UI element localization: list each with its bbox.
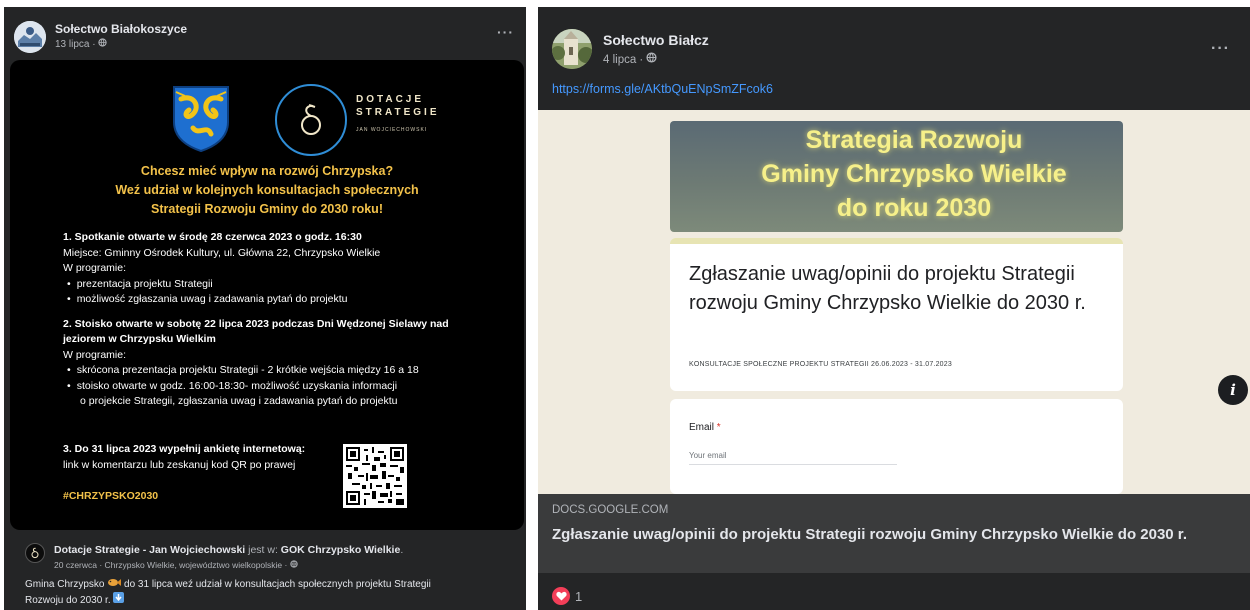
headline-line: Strategii Rozwoju Gminy do 2030 roku! xyxy=(151,202,383,216)
headline-line: Chcesz mieć wpływ na rozwój Chrzypska? xyxy=(140,164,394,178)
link-domain: DOCS.GOOGLE.COM xyxy=(552,504,669,516)
form-title: Zgłaszanie uwag/opinii do projektu Strat… xyxy=(689,263,1086,314)
church-photo-icon xyxy=(552,29,592,69)
point3: 3. Do 31 lipca 2023 wypełnij ankietę int… xyxy=(63,442,305,473)
love-reaction-icon xyxy=(552,587,570,605)
banner-line: do roku 2030 xyxy=(836,194,992,222)
post-text-part: Gmina Chrzypsko xyxy=(25,579,108,590)
dotacje-avatar-icon[interactable] xyxy=(25,543,45,563)
post-right: Sołectwo Białcz 4 lipca · ··· https://fo… xyxy=(538,7,1250,610)
email-label: Email * xyxy=(689,422,721,433)
shared-date-location[interactable]: 20 czerwca · Chrzypsko Wielkie, wojewódz… xyxy=(54,560,290,570)
point3-title: 3. Do 31 lipca 2023 wypełnij ankietę int… xyxy=(63,443,306,455)
shared-post-footer: Dotacje Strategie - Jan Wojciechowski je… xyxy=(4,533,526,610)
post-text-part: do 31 lipca weź udział w konsultacjach s… xyxy=(121,579,431,590)
info-button[interactable]: i xyxy=(1218,375,1248,405)
point1-title: 1. Spotkanie otwarte w środę 28 czerwca … xyxy=(63,231,362,243)
shared-flyer-image[interactable]: DOTACJE STRATEGIE JAN WOJCIECHOWSKI Chce… xyxy=(10,60,524,530)
point2-item: skrócona prezentacja projektu Strategii … xyxy=(67,363,508,379)
more-options-button[interactable]: ··· xyxy=(497,24,514,40)
dotacje-logo-text: DOTACJE STRATEGIE JAN WOJCIECHOWSKI xyxy=(356,94,439,133)
post-date[interactable]: 13 lipca · xyxy=(55,39,98,50)
flyer-headline: Chcesz mieć wpływ na rozwój Chrzypska? W… xyxy=(10,162,524,219)
form-url-link[interactable]: https://forms.gle/AKtbQuENpSmZFcok6 xyxy=(552,82,773,96)
headline-line: Weź udział w kolejnych konsultacjach spo… xyxy=(115,183,419,197)
flyer-hashtag: #CHRZYPSKO2030 xyxy=(63,490,159,502)
banner-line: Gminy Chrzypsko Wielkie xyxy=(761,160,1067,188)
email-field: Your email xyxy=(689,451,897,465)
point2-title-line: 2. Stoisko otwarte w sobotę 22 lipca 202… xyxy=(63,317,449,330)
point1-place: Miejsce: Gminny Ośrodek Kultury, ul. Głó… xyxy=(63,246,381,259)
point1-item: prezentacja projektu Strategii xyxy=(67,277,508,293)
village-crest-icon xyxy=(14,21,46,53)
link-preview-caption[interactable]: DOCS.GOOGLE.COM Zgłaszanie uwag/opinii d… xyxy=(538,494,1250,573)
form-email-card: Email * Your email xyxy=(670,399,1123,494)
banner-text: Strategia Rozwoju Gminy Chrzypsko Wielki… xyxy=(714,123,1114,225)
flyer-body: 1. Spotkanie otwarte w środę 28 czerwca … xyxy=(63,230,508,410)
banner-line: Strategia Rozwoju xyxy=(805,126,1023,154)
link-preview-image[interactable]: Strategia Rozwoju Gminy Chrzypsko Wielki… xyxy=(538,110,1250,494)
form-banner: Strategia Rozwoju Gminy Chrzypsko Wielki… xyxy=(670,121,1123,232)
shared-by-line: Dotacje Strategie - Jan Wojciechowski je… xyxy=(54,544,403,556)
form-title-card: Zgłaszanie uwag/opinii do projektu Strat… xyxy=(670,238,1123,391)
point3-text: link w komentarzu lub zeskanuj kod QR po… xyxy=(63,458,296,471)
page-avatar[interactable] xyxy=(14,21,46,53)
link-title: Zgłaszanie uwag/opinii do projektu Strat… xyxy=(552,526,1187,543)
shared-meta: 20 czerwca · Chrzypsko Wielkie, wojewódz… xyxy=(54,560,298,570)
globe-icon xyxy=(290,560,298,570)
shared-by-page-link[interactable]: Dotacje Strategie - Jan Wojciechowski xyxy=(54,544,245,556)
point2-title-line: jeziorem w Chrzypsku Wielkim xyxy=(63,333,216,345)
page-name[interactable]: Sołectwo Białokoszyce xyxy=(55,22,187,36)
qr-code-icon xyxy=(343,444,407,508)
logo-line-3: JAN WOJCIECHOWSKI xyxy=(356,127,428,133)
location-link[interactable]: GOK Chrzypsko Wielkie xyxy=(281,544,401,556)
post-left: Sołectwo Białokoszyce 13 lipca · ··· DOT… xyxy=(4,7,526,610)
fish-emoji-icon xyxy=(107,579,122,590)
post-text-part: Rozwoju do 2030 r. xyxy=(25,595,114,606)
post-meta: 4 lipca · xyxy=(603,52,658,66)
point1-item: możliwość zgłaszania uwag i zadawania py… xyxy=(67,292,508,308)
required-marker: * xyxy=(714,422,721,433)
point2-item: stoisko otwarte w godz. 16:00-18:30- moż… xyxy=(67,379,508,395)
chrzypsko-crest-icon xyxy=(171,84,231,157)
pointing-down-emoji-icon xyxy=(113,592,125,606)
globe-icon xyxy=(646,52,658,66)
shared-post-text: Gmina Chrzypsko do 31 lipca weź udział w… xyxy=(25,578,515,608)
page-avatar[interactable] xyxy=(552,29,592,69)
point2-program: W programie: xyxy=(63,348,127,361)
point1-program: W programie: xyxy=(63,262,127,274)
email-label-text: Email xyxy=(689,422,715,433)
logo-line-1: DOTACJE xyxy=(356,94,425,105)
post-meta: 13 lipca · xyxy=(55,38,107,50)
post-date[interactable]: 4 lipca · xyxy=(603,54,646,66)
shared-by-connector: jest w: xyxy=(245,544,281,556)
shared-by-period: . xyxy=(400,544,404,556)
post-header: Sołectwo Białokoszyce 13 lipca · ··· xyxy=(4,7,526,59)
form-subtitle: KONSULTACJE SPOŁECZNE PROJEKTU STRATEGII… xyxy=(689,361,952,368)
point2-item-continued: o projekcie Strategii, zgłaszania uwag i… xyxy=(80,395,398,407)
logo-line-2: STRATEGIE xyxy=(356,107,440,118)
reaction-count: 1 xyxy=(575,588,583,604)
page-name[interactable]: Sołectwo Białcz xyxy=(603,32,709,48)
globe-icon xyxy=(98,38,107,50)
reactions-summary[interactable]: 1 xyxy=(552,587,582,605)
dotacje-logo-icon xyxy=(275,84,347,156)
more-options-button[interactable]: ··· xyxy=(1211,40,1230,58)
